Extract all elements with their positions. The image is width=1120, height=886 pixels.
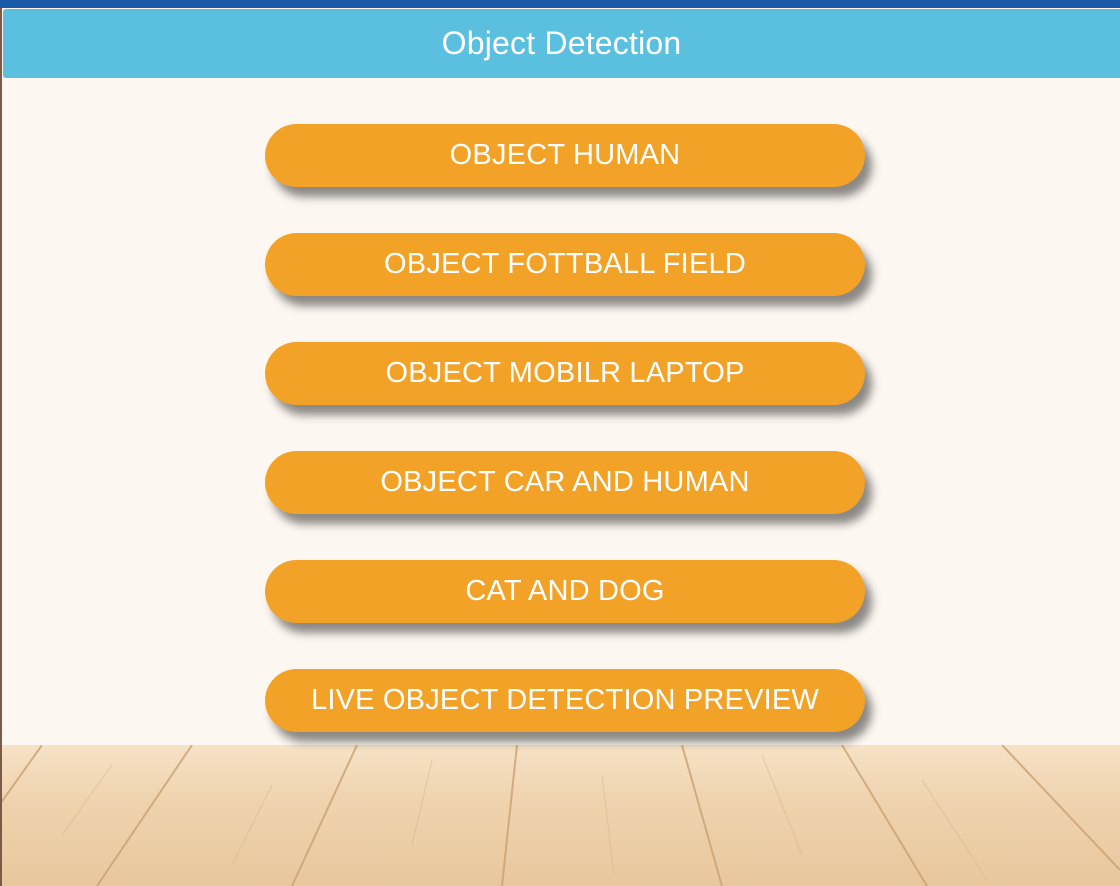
cat-and-dog-button[interactable]: CAT AND DOG: [265, 560, 865, 623]
object-football-field-button[interactable]: OBJECT FOTTBALL FIELD: [265, 233, 865, 296]
app-header: Object Detection: [3, 9, 1120, 78]
floor-planks-graphic: [2, 745, 1120, 886]
object-car-and-human-button[interactable]: OBJECT CAR AND HUMAN: [265, 451, 865, 514]
top-status-strip: [0, 0, 1120, 8]
background-wooden-floor: [2, 745, 1120, 886]
page-title: Object Detection: [441, 25, 682, 61]
live-object-detection-preview-button[interactable]: LIVE OBJECT DETECTION PREVIEW: [265, 669, 865, 732]
app-window: Object Detection OBJECT HUMAN OBJECT FOT…: [0, 0, 1120, 886]
object-human-button[interactable]: OBJECT HUMAN: [265, 124, 865, 187]
object-mobile-laptop-button[interactable]: OBJECT MOBILR LAPTOP: [265, 342, 865, 405]
